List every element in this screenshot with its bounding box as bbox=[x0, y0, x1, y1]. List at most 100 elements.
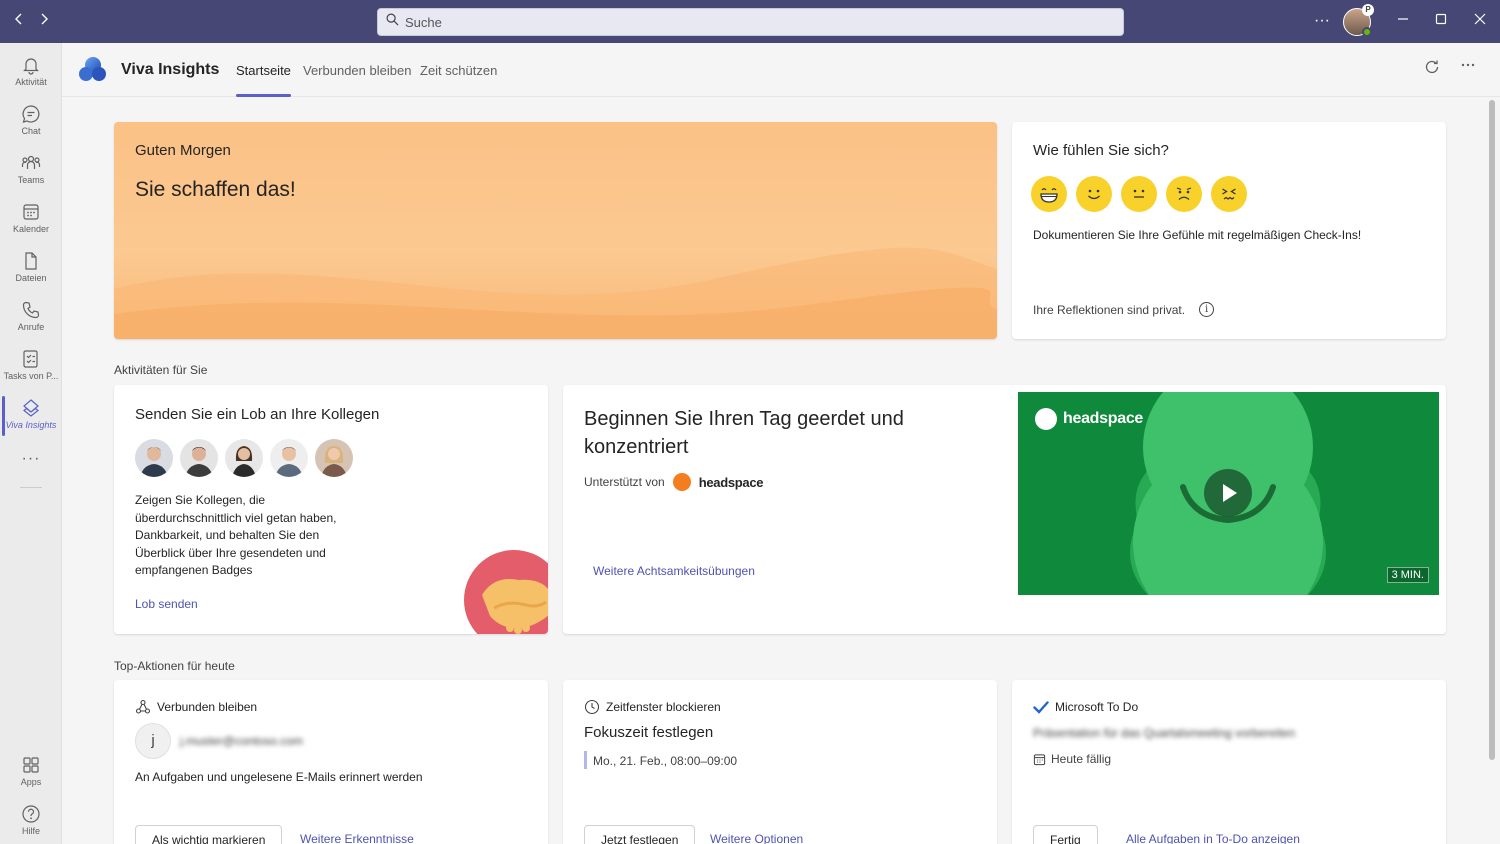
viva-icon bbox=[23, 399, 39, 417]
refresh-icon[interactable] bbox=[1424, 59, 1440, 80]
close-icon[interactable] bbox=[1472, 10, 1488, 32]
smiling-face-icon[interactable] bbox=[1076, 176, 1112, 212]
app-title: Viva Insights bbox=[121, 61, 220, 78]
more-mindfulness-link[interactable]: Weitere Achtsamkeitsübungen bbox=[593, 564, 755, 578]
done-button[interactable]: Fertig bbox=[1033, 825, 1098, 844]
rail-label: Apps bbox=[20, 777, 42, 787]
viva-insights-logo bbox=[78, 55, 108, 90]
rail-item-files[interactable]: Dateien bbox=[0, 247, 62, 291]
section-label-top-actions: Top-Aktionen für heute bbox=[114, 659, 235, 673]
presence-available-icon bbox=[1362, 27, 1372, 37]
avatar-badge: P bbox=[1362, 4, 1374, 16]
rail-item-calendar[interactable]: Kalender bbox=[0, 198, 62, 242]
rail-item-activity[interactable]: Aktivität bbox=[0, 51, 62, 95]
mood-options bbox=[1031, 176, 1247, 212]
info-icon[interactable]: i bbox=[1199, 302, 1215, 317]
rail-label: Chat bbox=[21, 126, 41, 136]
action-category-label: Zeitfenster blockieren bbox=[606, 700, 721, 714]
action-card-focus-time: Zeitfenster blockieren Fokuszeit festleg… bbox=[563, 680, 997, 844]
chat-icon bbox=[22, 105, 40, 123]
rail-item-teams[interactable]: Teams bbox=[0, 149, 62, 193]
search-input[interactable] bbox=[405, 14, 1005, 30]
app-header: Viva Insights Startseite Verbunden bleib… bbox=[62, 43, 1500, 97]
rail-label: Aktivität bbox=[15, 77, 47, 87]
minimize-icon[interactable] bbox=[1395, 10, 1411, 32]
calendar-icon bbox=[1033, 753, 1046, 765]
tab-startseite[interactable]: Startseite bbox=[236, 63, 291, 97]
action-category-label: Verbunden bleiben bbox=[157, 700, 258, 714]
due-label: Heute fällig bbox=[1051, 752, 1112, 766]
rail-item-tasks[interactable]: Tasks von P... bbox=[0, 345, 62, 389]
contact-avatar[interactable]: j bbox=[135, 723, 171, 759]
colleague-avatar[interactable] bbox=[270, 439, 308, 477]
neutral-face-icon[interactable] bbox=[1121, 176, 1157, 212]
headspace-title: Beginnen Sie Ihren Tag geerdet und konze… bbox=[584, 408, 904, 458]
help-icon bbox=[22, 805, 40, 823]
search-box[interactable] bbox=[377, 8, 1124, 36]
video-brand: headspace bbox=[1035, 408, 1143, 430]
more-options-icon[interactable]: ··· bbox=[1313, 10, 1331, 32]
tab-zeit-schuetzen[interactable]: Zeit schützen bbox=[420, 63, 497, 78]
back-icon[interactable] bbox=[10, 12, 28, 30]
colleague-avatar[interactable] bbox=[225, 439, 263, 477]
colleague-avatar[interactable] bbox=[135, 439, 173, 477]
clock-icon bbox=[584, 699, 600, 715]
rail-item-chat[interactable]: Chat bbox=[0, 100, 62, 144]
more-options-link[interactable]: Weitere Optionen bbox=[710, 832, 803, 844]
action-category-label: Microsoft To Do bbox=[1055, 700, 1139, 714]
section-label-activities: Aktivitäten für Sie bbox=[114, 363, 208, 377]
rail-item-help[interactable]: Hilfe bbox=[0, 800, 62, 844]
praise-card: Senden Sie ein Lob an Ihre Kollegen Zeig… bbox=[114, 385, 548, 634]
send-praise-link[interactable]: Lob senden bbox=[135, 597, 198, 611]
headspace-brand: headspace bbox=[698, 474, 764, 490]
decorative-wave bbox=[114, 247, 997, 339]
praise-description: Zeigen Sie Kollegen, die überdurchschnit… bbox=[135, 493, 337, 577]
headspace-logo-icon bbox=[672, 473, 691, 491]
scrollbar[interactable] bbox=[1489, 100, 1495, 760]
headspace-logo-icon bbox=[1035, 408, 1057, 430]
headspace-video[interactable]: headspace 3 MIN. bbox=[1018, 392, 1439, 595]
supported-by: Unterstützt von headspace bbox=[584, 473, 764, 491]
more-insights-link[interactable]: Weitere Erkenntnisse bbox=[300, 832, 414, 844]
headspace-card: Beginnen Sie Ihren Tag geerdet und konze… bbox=[563, 385, 1446, 634]
mood-checkin-card: Wie fühlen Sie sich? Dokumentieren Sie I… bbox=[1012, 122, 1446, 339]
due-info: Heute fällig bbox=[1033, 752, 1111, 766]
teams-icon bbox=[21, 155, 41, 169]
rail-item-viva-insights[interactable]: Viva Insights bbox=[0, 394, 62, 438]
colleague-avatar[interactable] bbox=[180, 439, 218, 477]
rail-label: Viva Insights bbox=[5, 420, 57, 430]
rail-item-apps[interactable]: Apps bbox=[0, 751, 62, 795]
colleague-avatars bbox=[135, 439, 353, 477]
greeting-card: Guten Morgen Sie schaffen das! bbox=[114, 122, 997, 339]
colleague-avatar[interactable] bbox=[315, 439, 353, 477]
stressed-face-icon[interactable] bbox=[1211, 176, 1247, 212]
app-rail: Aktivität Chat Teams Kalender Dateien An… bbox=[0, 43, 62, 844]
user-avatar[interactable]: P bbox=[1343, 4, 1374, 37]
action-title: Fokuszeit festlegen bbox=[584, 724, 714, 741]
action-category: Verbunden bleiben bbox=[135, 699, 257, 715]
rail-label: Tasks von P... bbox=[3, 371, 59, 381]
more-apps-icon[interactable]: ··· bbox=[0, 450, 62, 468]
maximize-icon[interactable] bbox=[1433, 10, 1449, 32]
rail-label: Kalender bbox=[12, 224, 50, 234]
rail-label: Hilfe bbox=[21, 826, 40, 836]
phone-icon bbox=[22, 301, 40, 319]
bell-icon bbox=[23, 58, 39, 75]
tab-verbunden-bleiben[interactable]: Verbunden bleiben bbox=[303, 63, 411, 78]
rail-label: Anrufe bbox=[17, 322, 45, 332]
grinning-face-icon[interactable] bbox=[1031, 176, 1067, 212]
mark-important-button[interactable]: Als wichtig markieren bbox=[135, 825, 283, 844]
rail-label: Dateien bbox=[15, 273, 47, 283]
handshake-illustration bbox=[464, 550, 548, 634]
show-all-todo-link[interactable]: Alle Aufgaben in To-Do anzeigen bbox=[1126, 832, 1300, 844]
more-options-icon[interactable] bbox=[1460, 57, 1476, 78]
rail-item-calls[interactable]: Anrufe bbox=[0, 296, 62, 340]
privacy-text: Ihre Reflektionen sind privat. bbox=[1033, 302, 1186, 317]
todo-check-icon bbox=[1033, 701, 1049, 714]
forward-icon[interactable] bbox=[35, 12, 53, 30]
set-now-button[interactable]: Jetzt festlegen bbox=[584, 825, 696, 844]
privacy-note: Ihre Reflektionen sind privat. i bbox=[1033, 302, 1215, 317]
play-icon[interactable] bbox=[1204, 469, 1252, 517]
worried-face-icon[interactable] bbox=[1166, 176, 1202, 212]
mood-title: Wie fühlen Sie sich? bbox=[1033, 142, 1169, 159]
